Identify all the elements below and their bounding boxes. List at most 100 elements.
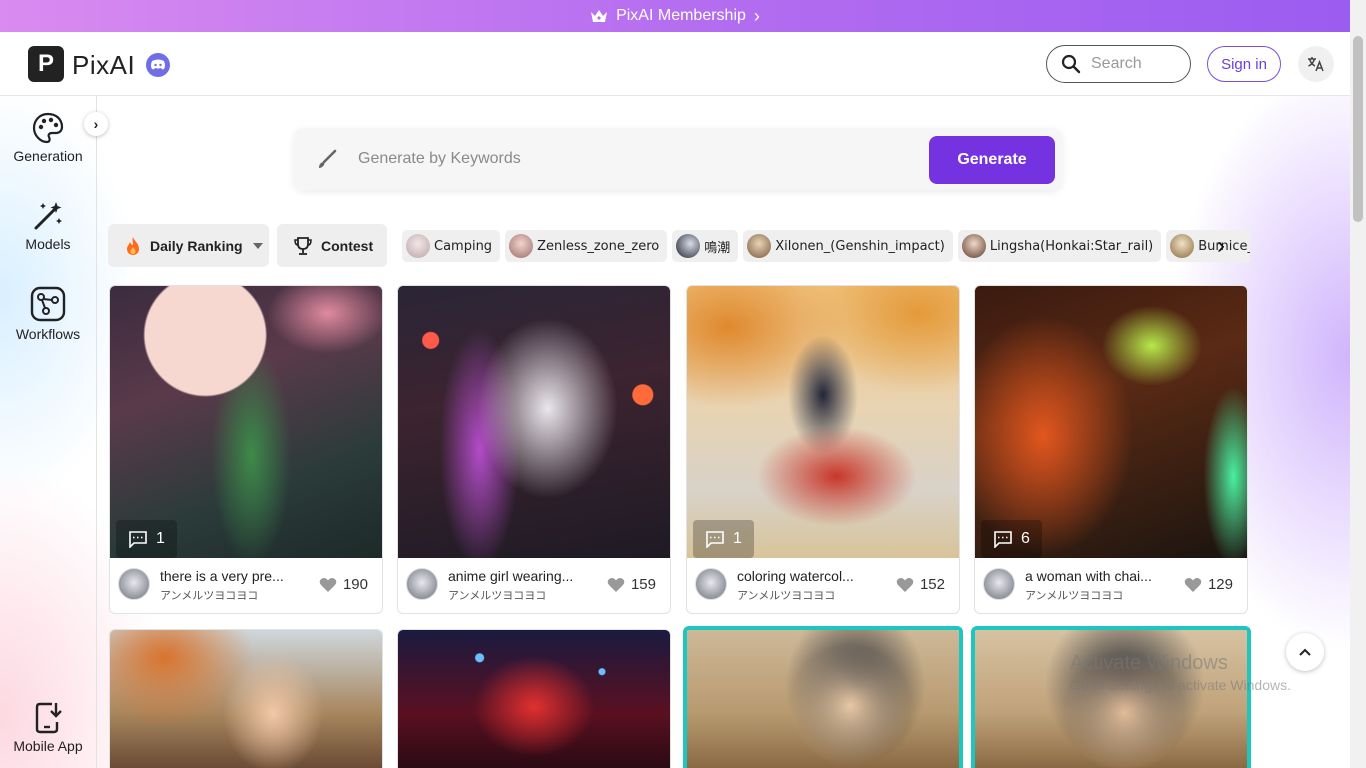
comment-count-value: 1 <box>733 530 742 547</box>
tag-avatar <box>509 234 534 258</box>
avatar[interactable] <box>983 568 1015 600</box>
tag-chip[interactable]: 鳴潮 <box>672 230 739 262</box>
search-box[interactable] <box>1046 45 1191 83</box>
language-icon[interactable] <box>1298 46 1334 82</box>
search-icon <box>1061 54 1081 74</box>
like-count: 129 <box>1207 576 1233 593</box>
heart-icon <box>607 577 625 592</box>
crown-icon <box>591 10 608 22</box>
trophy-icon <box>294 236 312 255</box>
card-title[interactable]: coloring watercol... <box>737 568 887 584</box>
discord-icon[interactable] <box>146 53 170 77</box>
app-name[interactable]: PixAI <box>72 50 135 81</box>
workflow-icon <box>30 286 66 322</box>
chevron-up-icon <box>1299 648 1311 656</box>
artwork-card[interactable] <box>109 629 383 768</box>
like-count: 152 <box>919 576 945 593</box>
like-button[interactable]: 152 <box>896 576 945 593</box>
card-title[interactable]: there is a very pre... <box>160 568 310 584</box>
tag-chip[interactable]: Zenless_zone_zero <box>505 230 668 262</box>
sidebar-item-models[interactable]: Models <box>0 200 96 252</box>
card-author[interactable]: アンメルツヨコヨコ <box>1025 587 1123 603</box>
tag-label: Camping <box>434 238 493 254</box>
fire-icon <box>127 236 139 255</box>
generate-button[interactable]: Generate <box>929 136 1055 184</box>
generate-bar: Generate <box>294 128 1062 190</box>
artwork-image[interactable] <box>687 630 959 768</box>
pixai-logo[interactable]: P <box>28 46 64 82</box>
tag-avatar <box>406 234 430 258</box>
daily-ranking-label: Daily Ranking <box>150 237 243 254</box>
sign-in-button[interactable]: Sign in <box>1207 46 1281 82</box>
brush-icon <box>319 149 337 168</box>
comment-count[interactable]: 1 <box>693 520 754 558</box>
card-meta: there is a very pre... アンメルツヨコヨコ 190 <box>110 558 382 613</box>
comment-icon <box>994 531 1012 548</box>
phone-download-icon <box>35 702 62 734</box>
top-header: P PixAI Sign in <box>0 32 1350 96</box>
card-title[interactable]: a woman with chai... <box>1025 568 1175 584</box>
scrollbar-thumb[interactable] <box>1353 36 1363 222</box>
artwork-image[interactable] <box>975 630 1247 768</box>
sidebar-item-mobile-app[interactable]: Mobile App <box>0 700 96 754</box>
tag-label: Xilonen_(Genshin_impact) <box>775 238 945 254</box>
sidebar-expand-button[interactable]: › <box>84 112 108 136</box>
like-button[interactable]: 190 <box>319 576 368 593</box>
daily-ranking-dropdown[interactable]: Daily Ranking <box>108 224 269 267</box>
like-count: 190 <box>342 576 368 593</box>
comment-icon <box>706 531 724 548</box>
comment-count[interactable]: 1 <box>116 520 177 558</box>
tag-label: 鳴潮 <box>704 240 731 256</box>
watermark-title: Activate Windows <box>1070 652 1228 674</box>
contest-label: Contest <box>321 237 374 254</box>
tag-avatar <box>1170 234 1195 258</box>
contest-button[interactable]: Contest <box>277 224 387 267</box>
like-count: 159 <box>630 576 656 593</box>
scroll-to-top-button[interactable] <box>1286 633 1324 671</box>
tag-chip[interactable]: Xilonen_(Genshin_impact) <box>743 230 953 262</box>
like-button[interactable]: 159 <box>607 576 656 593</box>
avatar[interactable] <box>118 568 150 600</box>
page-scrollbar[interactable] <box>1350 0 1366 768</box>
avatar[interactable] <box>406 568 438 600</box>
artwork-image[interactable] <box>398 286 670 558</box>
tag-chip[interactable]: Lingsha(Honkai:Star_rail) <box>957 230 1162 262</box>
artwork-card[interactable] <box>397 629 671 768</box>
sidebar-item-label: Workflows <box>15 326 81 342</box>
palette-icon <box>32 112 64 144</box>
membership-banner[interactable]: PixAI Membership › <box>0 0 1350 32</box>
artwork-image[interactable] <box>687 286 959 558</box>
tag-label: Lingsha(Honkai:Star_rail) <box>989 238 1154 254</box>
comment-count[interactable]: 6 <box>981 520 1042 558</box>
heart-icon <box>1184 577 1202 592</box>
card-author[interactable]: アンメルツヨコヨコ <box>448 587 546 603</box>
artwork-card[interactable]: anime girl wearing... アンメルツヨコヨコ 159 <box>397 285 671 614</box>
comment-icon <box>129 531 147 548</box>
sidebar-item-generation[interactable]: Generation <box>0 112 96 164</box>
sidebar-item-label: Generation <box>13 148 83 164</box>
watermark-subtitle: Go to Settings to activate Windows. <box>1070 677 1291 693</box>
card-meta: anime girl wearing... アンメルツヨコヨコ 159 <box>398 558 670 613</box>
magic-wand-icon <box>34 202 62 230</box>
tag-chip[interactable]: Camping <box>402 230 501 262</box>
like-button[interactable]: 129 <box>1184 576 1233 593</box>
search-input[interactable] <box>1091 55 1181 73</box>
heart-icon <box>896 577 914 592</box>
card-author[interactable]: アンメルツヨコヨコ <box>160 587 258 603</box>
keywords-input[interactable] <box>358 146 918 172</box>
sidebar-item-workflows[interactable]: Workflows <box>0 286 96 342</box>
artwork-card[interactable] <box>683 626 963 768</box>
chevron-right-icon: › <box>753 6 760 26</box>
chevron-right-icon[interactable]: › <box>1206 232 1236 260</box>
artwork-card[interactable]: 1 coloring watercol... アンメルツヨコヨコ 152 <box>686 285 960 614</box>
artwork-card[interactable]: 6 a woman with chai... アンメルツヨコヨコ 129 <box>974 285 1248 614</box>
artwork-card[interactable] <box>971 626 1251 768</box>
artwork-image[interactable] <box>110 286 382 558</box>
card-author[interactable]: アンメルツヨコヨコ <box>737 587 835 603</box>
artwork-image[interactable] <box>110 630 382 768</box>
artwork-image[interactable] <box>975 286 1247 558</box>
avatar[interactable] <box>695 568 727 600</box>
card-title[interactable]: anime girl wearing... <box>448 568 598 584</box>
artwork-image[interactable] <box>398 630 670 768</box>
artwork-card[interactable]: 1 there is a very pre... アンメルツヨコヨコ 190 <box>109 285 383 614</box>
